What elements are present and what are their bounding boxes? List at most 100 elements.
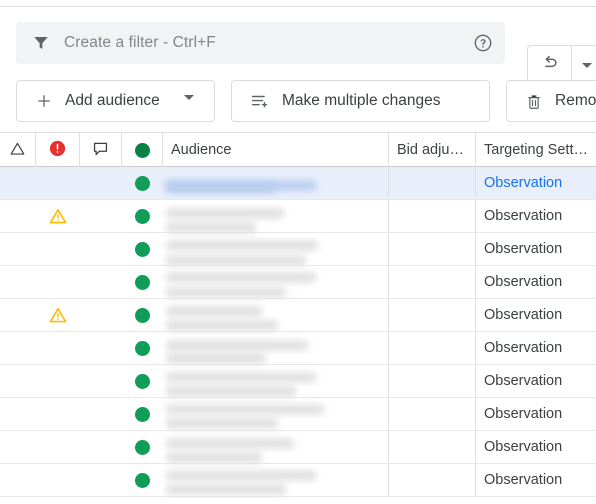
- warning-triangle-icon[interactable]: [48, 207, 68, 225]
- row-triangle-cell: [0, 332, 36, 364]
- row-bid-adjustment-cell[interactable]: [389, 200, 476, 232]
- row-audience-cell[interactable]: [163, 233, 389, 265]
- row-audience-cell[interactable]: [163, 365, 389, 397]
- row-status-cell: [122, 266, 163, 298]
- row-bid-adjustment-cell[interactable]: [389, 398, 476, 430]
- row-warning-cell: [36, 365, 80, 397]
- row-audience-cell[interactable]: [163, 200, 389, 232]
- column-header-error[interactable]: [36, 133, 80, 167]
- row-bid-adjustment-cell[interactable]: [389, 299, 476, 331]
- row-targeting-setting-cell[interactable]: Observation: [476, 167, 596, 199]
- filter-input[interactable]: Create a filter - Ctrl+F: [64, 34, 216, 52]
- row-warning-cell: [36, 431, 80, 463]
- row-audience-cell[interactable]: [163, 431, 389, 463]
- row-audience-cell[interactable]: [163, 299, 389, 331]
- undo-split-button[interactable]: [527, 45, 596, 85]
- undo-dropdown-button[interactable]: [572, 46, 596, 84]
- row-bid-adjustment-cell[interactable]: [389, 332, 476, 364]
- table-row[interactable]: Observation: [0, 299, 596, 332]
- action-toolbar: Add audience Make multiple changes Remo: [0, 80, 596, 122]
- table-row[interactable]: Observation: [0, 464, 596, 497]
- row-targeting-setting-cell[interactable]: Observation: [476, 299, 596, 331]
- row-bid-adjustment-cell[interactable]: [389, 266, 476, 298]
- row-bid-adjustment-cell[interactable]: [389, 167, 476, 199]
- table-row[interactable]: Observation: [0, 365, 596, 398]
- table-row[interactable]: Observation: [0, 266, 596, 299]
- row-triangle-cell: [0, 200, 36, 232]
- green-dot-icon[interactable]: [135, 175, 150, 191]
- warning-triangle-icon[interactable]: [48, 306, 68, 324]
- make-multiple-changes-label: Make multiple changes: [282, 92, 441, 109]
- green-dot-icon[interactable]: [135, 241, 150, 257]
- row-targeting-setting-cell[interactable]: Observation: [476, 233, 596, 265]
- row-audience-cell[interactable]: [163, 167, 389, 199]
- help-circle-icon[interactable]: [473, 33, 493, 53]
- row-note-cell: [80, 431, 122, 463]
- row-status-cell: [122, 332, 163, 364]
- trash-icon: [525, 92, 543, 111]
- green-dot-icon[interactable]: [135, 307, 150, 323]
- row-targeting-setting-cell[interactable]: Observation: [476, 431, 596, 463]
- table-row[interactable]: Observation: [0, 167, 596, 200]
- column-header-status[interactable]: [122, 133, 163, 167]
- add-audience-dropdown-icon[interactable]: [184, 95, 194, 118]
- table-row[interactable]: Observation: [0, 398, 596, 431]
- comment-bubble-icon: [91, 139, 110, 162]
- row-audience-cell[interactable]: [163, 266, 389, 298]
- table-row[interactable]: Observation: [0, 431, 596, 464]
- row-triangle-cell: [0, 266, 36, 298]
- audiences-table-page: Create a filter - Ctrl+F Add audience Ma…: [0, 0, 596, 504]
- make-multiple-changes-button[interactable]: Make multiple changes: [231, 80, 490, 122]
- row-warning-cell: [36, 233, 80, 265]
- table-body: Observation Observation Observation Observa…: [0, 167, 596, 497]
- green-dot-icon[interactable]: [135, 208, 150, 224]
- column-header-targeting-setting[interactable]: Targeting Sett…: [476, 133, 596, 167]
- table-row[interactable]: Observation: [0, 200, 596, 233]
- table-row[interactable]: Observation: [0, 332, 596, 365]
- column-header-audience[interactable]: Audience: [163, 133, 389, 167]
- triangle-outline-icon: [8, 139, 27, 162]
- row-warning-cell: [36, 464, 80, 496]
- column-header-triangle[interactable]: [0, 133, 36, 167]
- green-dot-icon[interactable]: [135, 373, 150, 389]
- green-dot-icon[interactable]: [135, 472, 150, 488]
- row-bid-adjustment-cell[interactable]: [389, 464, 476, 496]
- row-warning-cell: [36, 167, 80, 199]
- row-targeting-setting-cell[interactable]: Observation: [476, 398, 596, 430]
- remove-button[interactable]: Remove: [506, 80, 596, 122]
- row-triangle-cell: [0, 431, 36, 463]
- row-targeting-setting-cell[interactable]: Observation: [476, 365, 596, 397]
- remove-label: Remove: [555, 92, 596, 109]
- row-status-cell: [122, 464, 163, 496]
- row-bid-adjustment-cell[interactable]: [389, 233, 476, 265]
- green-dot-icon[interactable]: [135, 340, 150, 356]
- row-audience-cell[interactable]: [163, 332, 389, 364]
- row-note-cell: [80, 332, 122, 364]
- undo-button[interactable]: [528, 46, 572, 84]
- add-audience-button[interactable]: Add audience: [16, 80, 215, 122]
- row-audience-cell[interactable]: [163, 464, 389, 496]
- row-targeting-setting-cell[interactable]: Observation: [476, 266, 596, 298]
- filter-input-container[interactable]: Create a filter - Ctrl+F: [16, 22, 505, 64]
- row-warning-cell: [36, 200, 80, 232]
- row-triangle-cell: [0, 398, 36, 430]
- list-plus-icon: [250, 92, 270, 110]
- table-row[interactable]: Observation: [0, 233, 596, 266]
- row-targeting-setting-cell[interactable]: Observation: [476, 332, 596, 364]
- row-audience-cell[interactable]: [163, 398, 389, 430]
- row-bid-adjustment-cell[interactable]: [389, 431, 476, 463]
- row-warning-cell: [36, 398, 80, 430]
- row-targeting-setting-cell[interactable]: Observation: [476, 464, 596, 496]
- green-dot-icon[interactable]: [135, 439, 150, 455]
- row-status-cell: [122, 233, 163, 265]
- column-header-bid-adjustment[interactable]: Bid adju…: [389, 133, 476, 167]
- green-dot-icon[interactable]: [135, 406, 150, 422]
- chevron-down-icon: [582, 62, 592, 68]
- column-header-notes[interactable]: [80, 133, 122, 167]
- row-note-cell: [80, 365, 122, 397]
- green-dot-icon[interactable]: [135, 274, 150, 290]
- row-status-cell: [122, 167, 163, 199]
- row-bid-adjustment-cell[interactable]: [389, 365, 476, 397]
- row-targeting-setting-cell[interactable]: Observation: [476, 200, 596, 232]
- row-note-cell: [80, 398, 122, 430]
